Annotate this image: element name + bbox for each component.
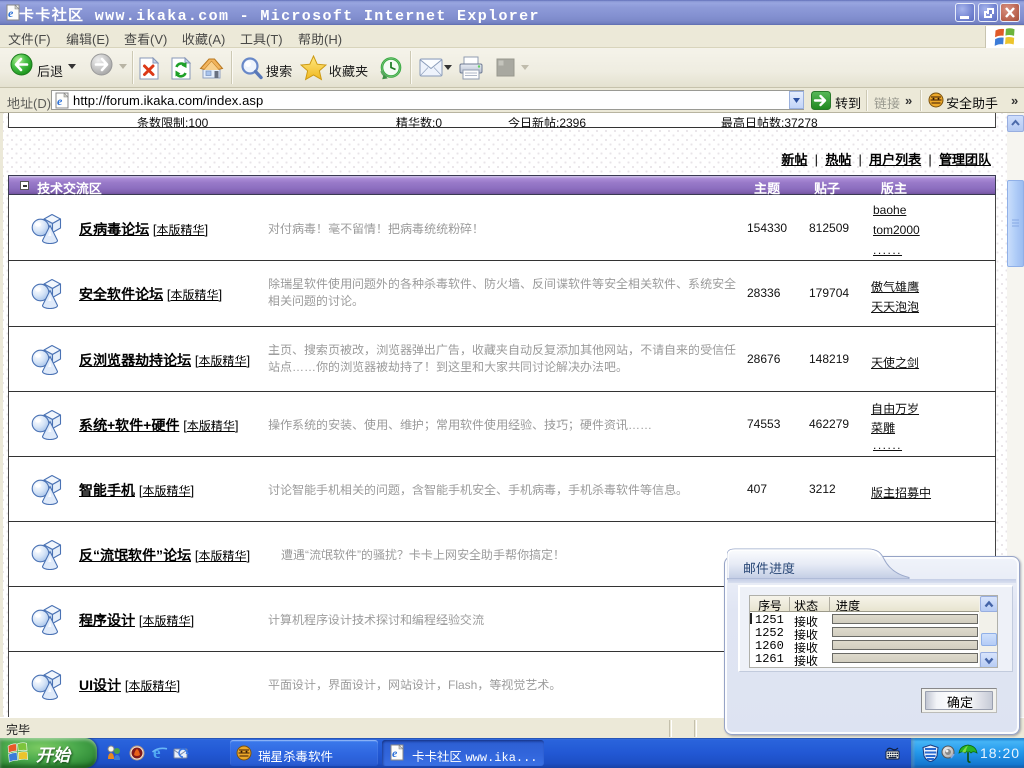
svg-text:e: e xyxy=(392,746,398,760)
svg-text:e: e xyxy=(57,94,63,108)
svg-text:e: e xyxy=(8,6,14,20)
svg-text:e: e xyxy=(153,744,161,761)
